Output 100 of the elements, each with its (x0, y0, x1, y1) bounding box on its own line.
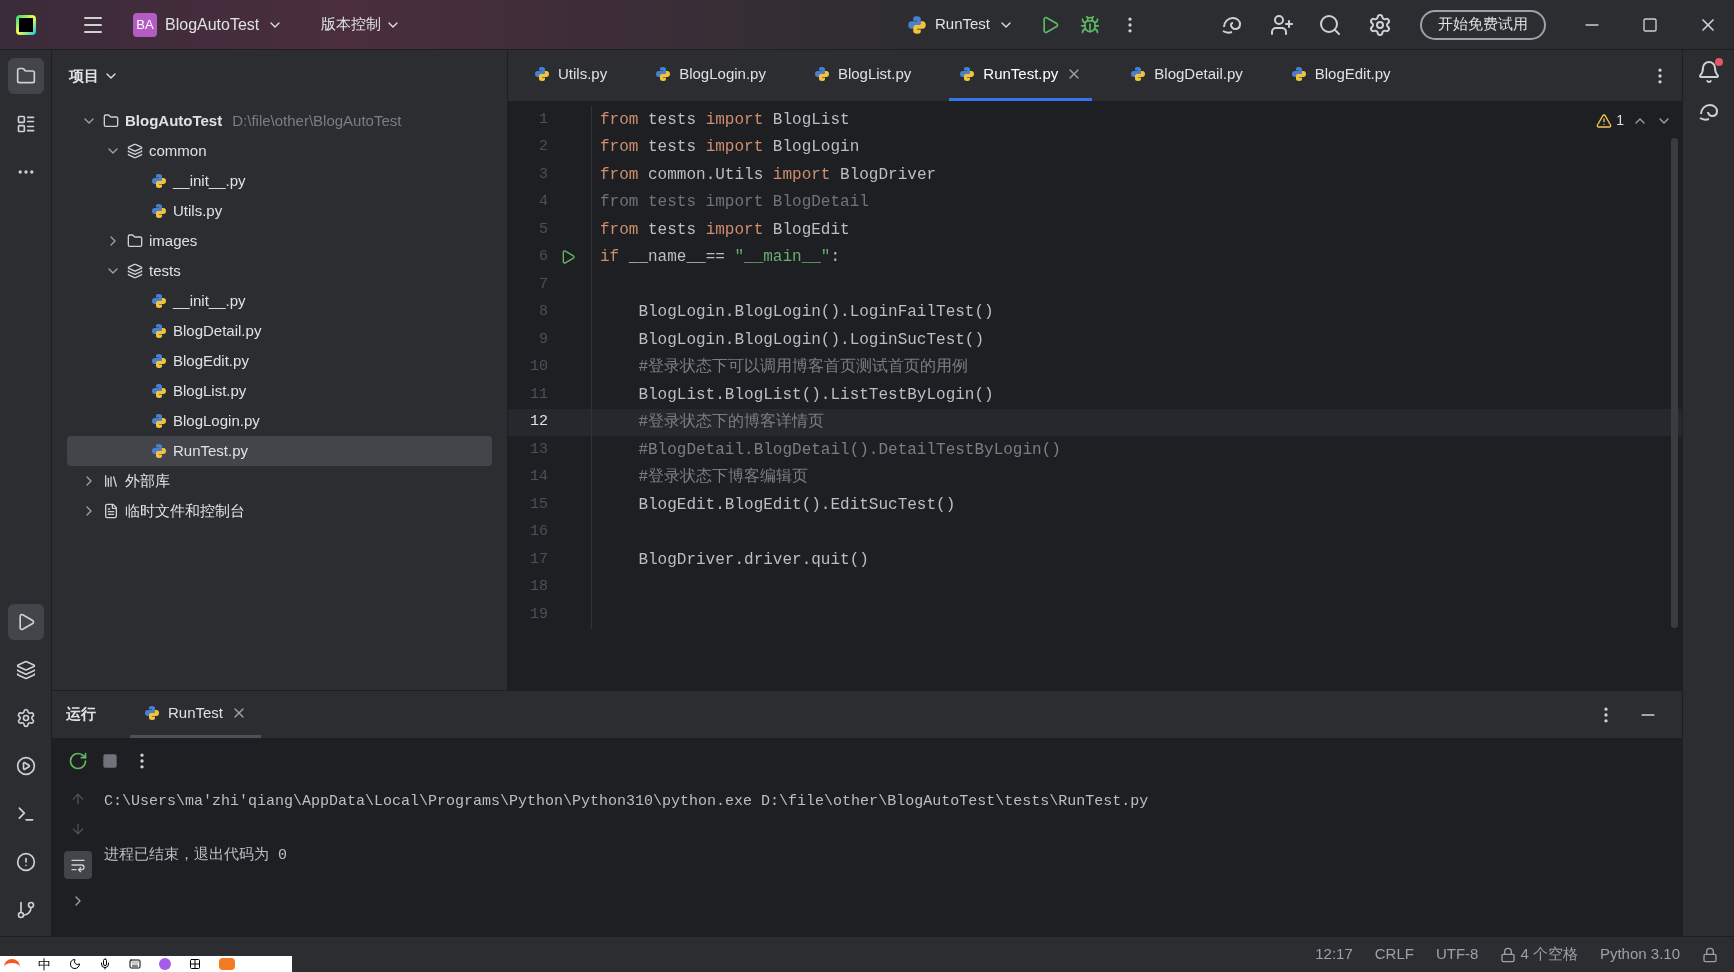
scrollbar[interactable] (1671, 138, 1678, 628)
python-file-icon (151, 383, 167, 399)
tree-item-label: BlogEdit.py (173, 350, 249, 371)
tree-item[interactable]: images (67, 226, 492, 256)
tree-item[interactable]: Utils.py (67, 196, 492, 226)
editor-tab[interactable]: RunTest.py (949, 50, 1093, 101)
trial-button[interactable]: 开始免费试用 (1420, 9, 1546, 40)
tree-item-label: common (149, 140, 207, 161)
keyboard-icon[interactable] (129, 958, 141, 970)
indent-setting[interactable]: 4 个空格 (1520, 943, 1578, 966)
interpreter[interactable]: Python 3.10 (1599, 943, 1680, 966)
tree-item[interactable]: BlogEdit.py (67, 346, 492, 376)
python-file-icon (151, 443, 167, 459)
tree-item-label: 外部库 (125, 470, 170, 491)
python-file-icon (1130, 66, 1147, 82)
code-line: #登录状态下的博客详情页 (637, 411, 824, 434)
soft-wrap-icon[interactable] (64, 851, 92, 879)
tree-item-label: images (149, 230, 198, 251)
notifications-icon[interactable] (1696, 60, 1721, 84)
settings-icon[interactable] (1368, 12, 1392, 37)
rerun-icon[interactable] (68, 751, 88, 771)
tree-item-label: BlogAutoTest (125, 110, 223, 131)
python-file-icon (151, 323, 167, 339)
scratch-icon (103, 503, 119, 519)
tree-item[interactable]: BlogLogin.py (67, 406, 492, 436)
python-file-icon (534, 66, 550, 82)
code-line: from tests import BlogLogin (600, 137, 860, 159)
tree-item-label: BlogList.py (173, 380, 247, 401)
code-line: BlogLogin.BlogLogin().LoginSucTest() (637, 329, 985, 351)
tree-item[interactable]: BlogDetail.py (67, 316, 492, 346)
python-file-icon (959, 66, 976, 82)
run-config-selector[interactable]: RunTest (934, 13, 990, 36)
toolbox-icon[interactable] (189, 958, 201, 970)
tree-item[interactable]: __init__.py (67, 166, 492, 196)
tree-item[interactable]: __init__.py (67, 286, 492, 316)
editor-tab[interactable]: BlogLogin.py (645, 50, 776, 101)
folder-icon (103, 113, 119, 129)
package-icon (127, 143, 143, 159)
tree-item[interactable]: 临时文件和控制台 (67, 496, 492, 526)
lock-icon[interactable] (1702, 946, 1718, 963)
python-file-icon (151, 413, 167, 429)
python-file-icon (906, 14, 927, 35)
run-panel-title: 运行 (66, 704, 96, 725)
stop-icon[interactable] (102, 753, 118, 769)
tree-item-label: __init__.py (173, 290, 246, 311)
run-tool-icon[interactable] (7, 604, 44, 640)
tree-item-label: __init__.py (173, 170, 246, 191)
code-line: #登录状态下博客编辑页 (637, 466, 808, 489)
tree-item[interactable]: RunTest.py (67, 436, 492, 466)
python-file-icon (144, 705, 160, 721)
line-separator[interactable]: CRLF (1374, 943, 1414, 966)
code-line: #BlogDetail.BlogDetail().DetailTestByLogin() (637, 439, 1061, 461)
vcs-menu[interactable]: 版本控制 (321, 13, 382, 36)
editor-tab[interactable]: BlogList.py (803, 50, 922, 101)
code-line: BlogLogin.BlogLogin().LoginFailTest() (637, 302, 994, 324)
python-file-icon (1290, 66, 1307, 82)
microphone-icon[interactable] (99, 958, 111, 970)
project-name: BlogAutoTest (165, 14, 260, 35)
lock-icon[interactable] (1500, 946, 1517, 963)
code-line: from tests import BlogEdit (600, 219, 850, 241)
warning-count[interactable]: 1 (1596, 110, 1624, 131)
tree-item[interactable]: common (67, 136, 492, 166)
project-selector[interactable]: BA BlogAutoTest (133, 12, 284, 37)
console-line: C:\Users\ma'zhi'qiang\AppData\Local\Programs\Python\Python310\python.exe D:\file\other\BlogAutoTest\tests\RunTest.py (104, 792, 1149, 813)
tree-item[interactable]: BlogList.py (67, 376, 492, 406)
run-icon[interactable] (1040, 14, 1060, 35)
tree-item[interactable]: 外部库 (67, 466, 492, 496)
library-icon (103, 473, 119, 489)
python-file-icon (813, 66, 830, 82)
project-badge: BA (133, 12, 157, 37)
code-line: BlogList.BlogList().ListTestByLogin() (637, 384, 994, 406)
python-file-icon (151, 203, 167, 219)
package-icon (127, 263, 143, 279)
tree-item[interactable]: BlogAutoTest D:\file\other\BlogAutoTest (67, 106, 492, 136)
tree-item-label: BlogLogin.py (173, 410, 260, 431)
code-line: from common.Utils import BlogDriver (600, 164, 937, 186)
tree-item-label: RunTest.py (173, 440, 249, 461)
code-line: BlogEdit.BlogEdit().EditSucTest() (637, 494, 956, 516)
tree-item[interactable]: tests (67, 256, 492, 286)
console-line: 进程已结束，退出代码为 0 (104, 845, 287, 867)
tree-item-label: BlogDetail.py (173, 320, 262, 341)
python-file-icon (151, 293, 167, 309)
app-logo-icon (16, 14, 36, 35)
run-gutter-icon[interactable] (560, 249, 576, 266)
file-encoding[interactable]: UTF-8 (1435, 943, 1479, 966)
debug-icon[interactable] (1080, 14, 1100, 35)
editor-tab[interactable]: BlogDetail.py (1120, 50, 1253, 101)
ime-mode[interactable]: 中 (38, 957, 51, 971)
code-line: from tests import BlogDetail (600, 192, 869, 214)
folder-icon (127, 233, 143, 249)
project-path: D:\file\other\BlogAutoTest (232, 110, 402, 131)
search-icon[interactable] (1318, 12, 1342, 37)
editor-tab[interactable]: BlogEdit.py (1280, 50, 1401, 101)
project-panel-title[interactable]: 项目 (69, 64, 99, 88)
cursor-position[interactable]: 12:17 (1315, 943, 1353, 966)
editor-tab[interactable]: Utils.py (524, 50, 618, 101)
project-folder-icon[interactable] (7, 58, 44, 94)
code-line: BlogDriver.driver.quit() (637, 549, 869, 571)
add-user-icon[interactable] (1270, 12, 1294, 37)
maximize-icon[interactable] (1642, 16, 1658, 33)
